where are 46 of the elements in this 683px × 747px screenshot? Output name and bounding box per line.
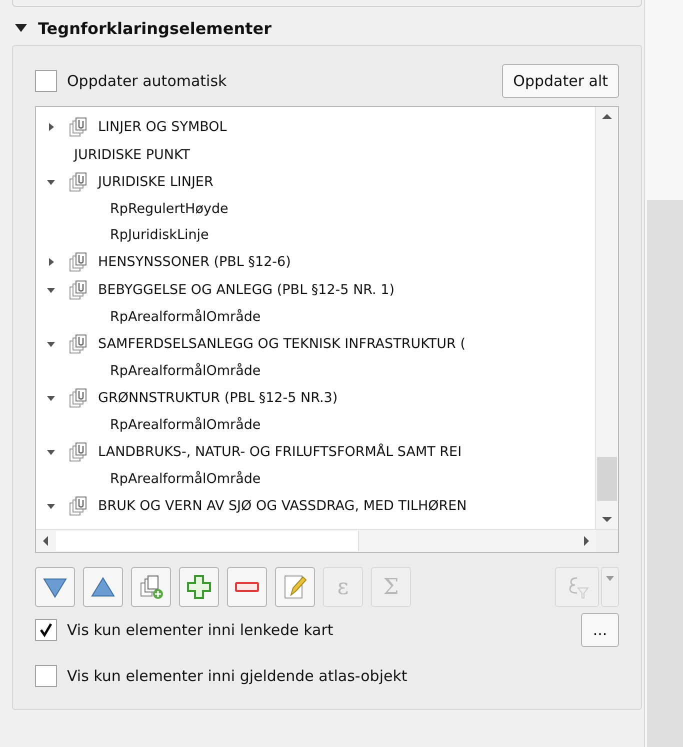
checkbox[interactable] — [35, 665, 57, 687]
panel-scrollbar[interactable] — [645, 0, 683, 747]
checkbox-label: Vis kun elementer inni gjeldende atlas-objekt — [67, 667, 408, 685]
add-group-button[interactable] — [131, 567, 171, 607]
tree-item[interactable]: GRØNNSTRUKTUR (PBL §12-5 NR.3) — [98, 390, 338, 406]
checkmark-icon — [37, 621, 55, 639]
tree-item[interactable]: JURIDISKE LINJER — [98, 174, 214, 190]
checkbox[interactable] — [35, 619, 57, 641]
more-button[interactable]: ... — [581, 613, 619, 647]
collapse-arrow-icon[interactable] — [46, 339, 56, 349]
checkbox-label: Vis kun elementer inni lenkede kart — [67, 621, 334, 639]
plus-icon — [185, 573, 213, 601]
move-down-button[interactable] — [35, 567, 75, 607]
tree-item[interactable]: RpArealformålOmråde — [110, 471, 261, 487]
scroll-thumb[interactable] — [647, 200, 683, 747]
collapse-arrow-icon[interactable] — [46, 393, 56, 403]
expand-arrow-icon[interactable] — [46, 257, 56, 267]
add-button[interactable] — [179, 567, 219, 607]
tree-item[interactable]: RpJuridiskLinje — [110, 227, 209, 243]
checkbox-label: Oppdater automatisk — [67, 72, 227, 90]
tree-item[interactable]: HENSYNSSONER (PBL §12-6) — [98, 254, 291, 270]
collapse-arrow-icon[interactable] — [46, 177, 56, 187]
collapse-arrow-icon[interactable] — [46, 501, 56, 511]
tree-item[interactable]: RpArealformålOmråde — [110, 417, 261, 433]
move-up-button[interactable] — [83, 567, 123, 607]
tree-item[interactable]: SAMFERDSELSANLEGG OG TEKNISK INFRASTRUKTUR ( — [98, 336, 466, 352]
tree-item[interactable]: RpRegulertHøyde — [110, 201, 228, 217]
tree-item[interactable]: JURIDISKE PUNKT — [74, 146, 190, 162]
tree-item[interactable]: RpArealformålOmråde — [110, 309, 261, 325]
remove-button[interactable] — [227, 567, 267, 607]
scroll-thumb[interactable] — [56, 531, 359, 551]
vertical-scrollbar[interactable] — [595, 107, 618, 529]
tree-item[interactable]: LANDBRUKS-, NATUR- OG FRILUFTSFORMÅL SAMT REI — [98, 444, 462, 460]
edit-button[interactable] — [275, 567, 315, 607]
tree-item[interactable]: RpArealformålOmråde — [110, 363, 261, 379]
tree-item[interactable]: LINJER OG SYMBOL — [98, 119, 227, 135]
tree-item[interactable]: BEBYGGELSE OG ANLEGG (PBL §12-5 NR. 1) — [98, 282, 394, 298]
collapse-arrow-icon[interactable] — [46, 285, 56, 295]
tree-item[interactable]: BRUK OG VERN AV SJØ OG VASSDRAG, MED TILHØREN — [98, 498, 467, 514]
horizontal-scrollbar[interactable] — [36, 529, 618, 552]
collapse-arrow-icon[interactable] — [46, 447, 56, 457]
expand-arrow-icon[interactable] — [46, 122, 56, 132]
checkbox[interactable] — [35, 70, 57, 92]
update-all-button[interactable]: Oppdater alt — [502, 64, 619, 98]
scroll-thumb[interactable] — [597, 457, 617, 501]
section-title: Tegnforklaringselementer — [38, 18, 272, 38]
